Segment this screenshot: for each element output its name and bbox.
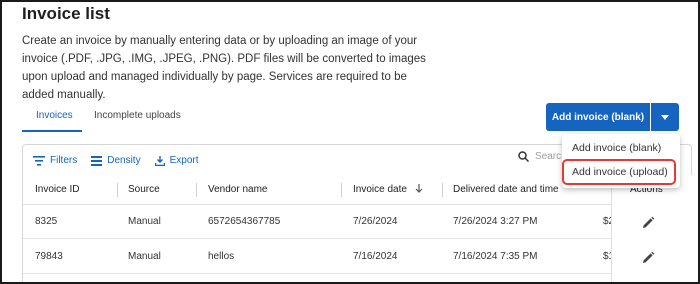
caret-down-icon <box>661 114 669 120</box>
table-row[interactable]: 79843 Manual hellos 7/16/2024 7/16/2024 … <box>23 240 691 274</box>
table-toolbar: Filters Density Export <box>33 155 199 166</box>
cell-invoice-date: 7/26/2024 <box>353 216 398 227</box>
cell-vendor-name: hellos <box>208 251 235 262</box>
cell-delivered-date: 7/16/2024 7:35 PM <box>453 251 538 262</box>
page-title: Invoice list <box>22 4 110 23</box>
cell-source: Manual <box>128 216 161 227</box>
sort-arrow-down-icon <box>415 184 423 193</box>
column-separator <box>442 183 443 197</box>
cell-invoice-id: 8325 <box>35 216 58 227</box>
invoice-date-label: Invoice date <box>353 184 407 195</box>
density-icon <box>91 155 103 166</box>
tab-invoices[interactable]: Invoices <box>36 110 73 121</box>
search-placeholder: Searc <box>535 151 562 162</box>
column-separator <box>341 183 342 197</box>
filters-button[interactable]: Filters <box>33 155 77 166</box>
edit-pencil-icon[interactable] <box>641 216 655 230</box>
search-input[interactable]: Searc <box>518 151 561 162</box>
cell-source: Manual <box>128 251 161 262</box>
cell-invoice-id: 79843 <box>35 251 63 262</box>
column-invoice-date[interactable]: Invoice date <box>353 184 423 195</box>
export-button[interactable]: Export <box>154 155 199 166</box>
cell-delivered-date: 7/26/2024 3:27 PM <box>453 216 538 227</box>
column-source[interactable]: Source <box>128 184 160 195</box>
edit-pencil-icon[interactable] <box>641 251 655 265</box>
menu-item-add-invoice-blank[interactable]: Add invoice (blank) <box>572 142 661 154</box>
export-icon <box>154 155 165 166</box>
search-icon <box>518 151 529 162</box>
tab-incomplete-uploads[interactable]: Incomplete uploads <box>94 110 181 121</box>
active-tab-indicator <box>22 130 82 132</box>
density-label: Density <box>107 155 141 166</box>
column-vendor-name[interactable]: Vendor name <box>208 184 268 195</box>
filter-icon <box>33 155 45 166</box>
table-row[interactable]: 8325 Manual 6572654367785 7/26/2024 7/26… <box>23 205 691 239</box>
column-invoice-id[interactable]: Invoice ID <box>35 184 79 195</box>
invoice-list-page: Invoice list Create an invoice by manual… <box>0 0 700 284</box>
add-invoice-button[interactable]: Add invoice (blank) <box>546 103 650 131</box>
cell-invoice-date: 7/16/2024 <box>353 251 398 262</box>
actions-column: Actions <box>611 175 693 282</box>
add-invoice-menu-toggle[interactable] <box>651 103 679 131</box>
cell-vendor-name: 6572654367785 <box>208 216 281 227</box>
density-button[interactable]: Density <box>91 155 141 166</box>
filters-label: Filters <box>50 155 78 166</box>
column-separator <box>196 183 197 197</box>
column-separator <box>117 183 118 197</box>
page-description: Create an invoice by manually entering d… <box>22 35 426 101</box>
highlight-box <box>562 159 676 185</box>
export-label: Export <box>169 155 199 166</box>
column-delivered-date[interactable]: Delivered date and time <box>453 184 559 195</box>
